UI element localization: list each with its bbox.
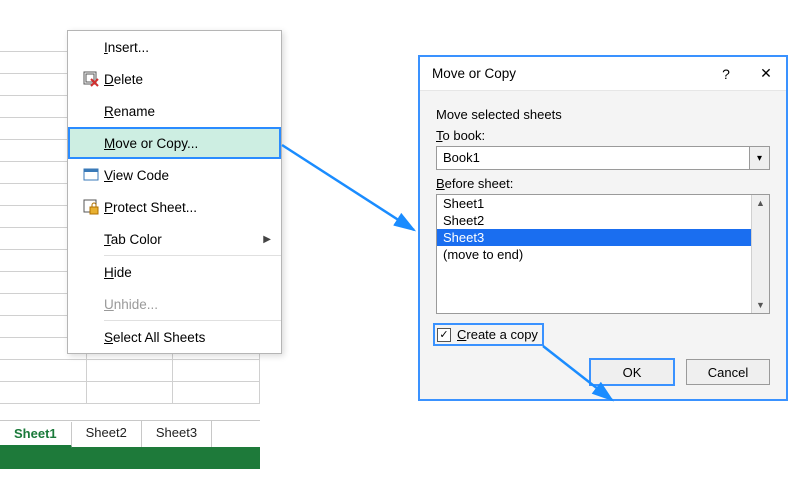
sheet-tab-1[interactable]: Sheet1 [0, 422, 72, 448]
menu-item-view-code[interactable]: View Code [68, 159, 281, 191]
scroll-down-icon[interactable]: ▼ [752, 297, 769, 313]
menu-item-label: Rename [104, 104, 155, 119]
menu-item-hide[interactable]: Hide [68, 256, 281, 288]
menu-item-insert[interactable]: Insert... [68, 31, 281, 63]
move-selected-label: Move selected sheets [436, 107, 770, 122]
menu-item-unhide: Unhide... [68, 288, 281, 320]
menu-item-label: Delete [104, 72, 143, 87]
create-a-copy-checkbox[interactable]: ✓ Create a copy [436, 326, 541, 343]
protect-sheet-icon [78, 199, 104, 215]
to-book-label: To book: [436, 128, 770, 143]
sheet-tab-strip: Sheet1 Sheet2 Sheet3 [0, 420, 260, 469]
move-or-copy-dialog: Move or Copy ? ✕ Move selected sheets To… [418, 55, 788, 401]
dialog-titlebar[interactable]: Move or Copy ? ✕ [420, 57, 786, 91]
menu-item-protect-sheet[interactable]: Protect Sheet... [68, 191, 281, 223]
menu-item-label: Insert... [104, 40, 149, 55]
menu-item-label: Tab Color [104, 232, 162, 247]
list-item[interactable]: Sheet2 [437, 212, 751, 229]
listbox-scrollbar[interactable]: ▲ ▼ [751, 195, 769, 313]
create-a-copy-label: Create a copy [457, 327, 538, 342]
menu-item-label: View Code [104, 168, 169, 183]
chevron-down-icon[interactable]: ▾ [749, 147, 769, 169]
help-button[interactable]: ? [706, 57, 746, 91]
checkbox-icon: ✓ [437, 328, 451, 342]
scroll-up-icon[interactable]: ▲ [752, 195, 769, 211]
menu-item-label: Hide [104, 265, 132, 280]
to-book-value: Book1 [437, 147, 749, 169]
chevron-right-icon: ▶ [263, 234, 271, 245]
view-code-icon [78, 167, 104, 183]
dialog-title: Move or Copy [432, 66, 706, 81]
menu-item-rename[interactable]: Rename [68, 95, 281, 127]
before-sheet-label: Before sheet: [436, 176, 770, 191]
sheet-tab-3[interactable]: Sheet3 [142, 421, 212, 447]
list-item[interactable]: Sheet3 [437, 229, 751, 246]
menu-item-move-or-copy[interactable]: Move or Copy... [68, 127, 281, 159]
close-button[interactable]: ✕ [746, 57, 786, 91]
menu-item-delete[interactable]: Delete [68, 63, 281, 95]
menu-item-label: Select All Sheets [104, 330, 205, 345]
before-sheet-listbox[interactable]: Sheet1Sheet2Sheet3(move to end) ▲ ▼ [436, 194, 770, 314]
to-book-combo[interactable]: Book1 ▾ [436, 146, 770, 170]
list-item[interactable]: (move to end) [437, 246, 751, 263]
menu-item-tab-color[interactable]: Tab Color ▶ [68, 223, 281, 255]
menu-item-label: Move or Copy... [104, 136, 198, 151]
delete-sheet-icon [78, 71, 104, 87]
sheet-tab-context-menu: Insert... Delete Rename Move or Copy... … [67, 30, 282, 354]
menu-item-select-all-sheets[interactable]: Select All Sheets [68, 321, 281, 353]
menu-item-label: Unhide... [104, 297, 158, 312]
menu-item-label: Protect Sheet... [104, 200, 197, 215]
cancel-button[interactable]: Cancel [686, 359, 770, 385]
status-bar [0, 447, 260, 469]
ok-button[interactable]: OK [590, 359, 674, 385]
sheet-tab-2[interactable]: Sheet2 [72, 421, 142, 447]
list-item[interactable]: Sheet1 [437, 195, 751, 212]
